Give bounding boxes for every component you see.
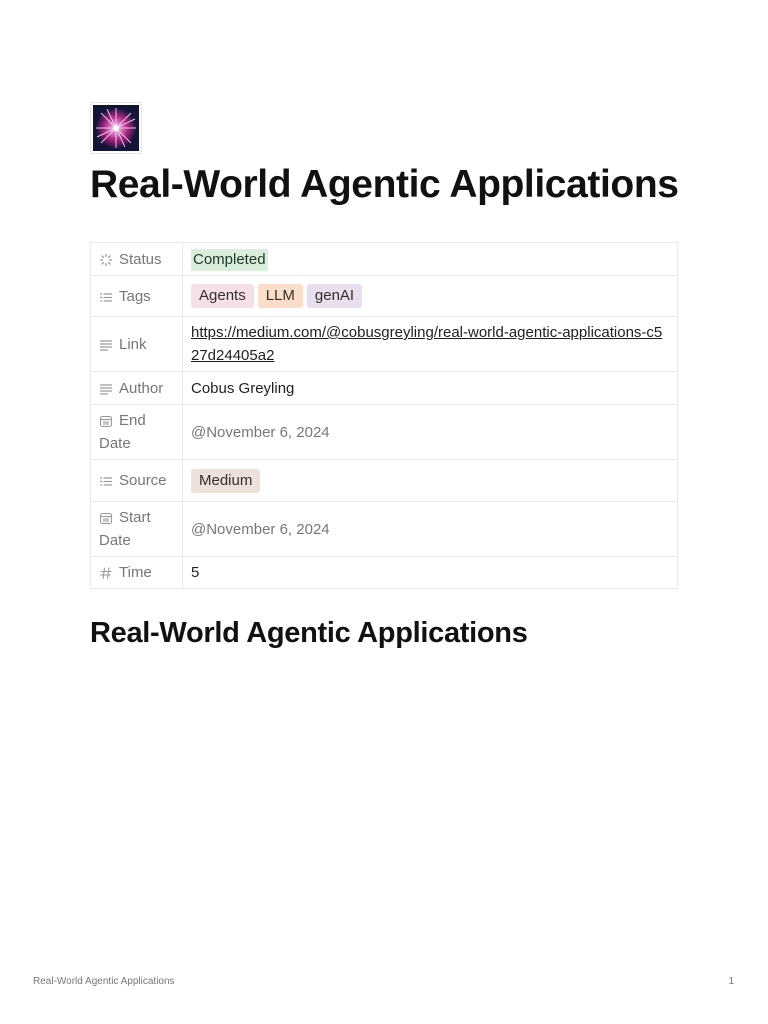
property-label-tags: Tags	[90, 275, 183, 317]
property-row-source: Source Medium	[90, 459, 678, 502]
list-icon	[99, 290, 113, 304]
source-link[interactable]: https://medium.com/@cobusgreyling/real-w…	[191, 324, 662, 364]
page-title: Real-World Agentic Applications	[90, 163, 679, 206]
property-row-link: Link https://medium.com/@cobusgreyling/r…	[90, 316, 678, 372]
page-icon	[90, 102, 142, 154]
footer-page-number: 1	[728, 976, 734, 987]
tag-agents: Agents	[191, 284, 254, 308]
tag-llm: LLM	[257, 284, 303, 308]
property-row-start-date: Start Date @November 6, 2024	[90, 501, 678, 557]
property-value-start-date[interactable]: @November 6, 2024	[182, 501, 678, 557]
list-icon	[99, 474, 113, 488]
status-spinner-icon	[99, 253, 113, 267]
footer-title: Real-World Agentic Applications	[33, 976, 175, 987]
tag-medium: Medium	[191, 468, 261, 493]
end-date-mention: @November 6, 2024	[191, 423, 330, 441]
property-label-source: Source	[90, 459, 183, 502]
property-row-time: Time 5	[90, 556, 678, 589]
property-value-link: https://medium.com/@cobusgreyling/real-w…	[182, 316, 678, 372]
property-value-end-date[interactable]: @November 6, 2024	[182, 404, 678, 460]
property-row-status: Status Completed	[90, 242, 678, 276]
property-label-start-date: Start Date	[90, 501, 183, 557]
property-row-author: Author Cobus Greyling	[90, 371, 678, 405]
text-lines-icon	[99, 382, 113, 396]
property-label-time: Time	[90, 556, 183, 589]
property-value-status[interactable]: Completed	[182, 242, 678, 276]
calendar-icon	[99, 511, 113, 525]
property-value-time[interactable]: 5	[182, 556, 678, 589]
property-value-source[interactable]: Medium	[182, 459, 678, 502]
hash-icon	[99, 566, 113, 580]
property-label-link: Link	[90, 316, 183, 372]
status-badge: Completed	[191, 248, 268, 271]
property-row-tags: Tags Agents LLM genAI	[90, 275, 678, 317]
firework-icon	[93, 105, 139, 151]
calendar-icon	[99, 414, 113, 428]
section-heading: Real-World Agentic Applications	[90, 617, 528, 649]
start-date-mention: @November 6, 2024	[191, 520, 330, 538]
property-label-end-date: End Date	[90, 404, 183, 460]
properties-table: Status Completed Tags Agents LLM genAI L…	[90, 242, 678, 589]
tag-genai: genAI	[306, 284, 363, 308]
property-row-end-date: End Date @November 6, 2024	[90, 404, 678, 460]
property-label-author: Author	[90, 371, 183, 405]
property-value-tags[interactable]: Agents LLM genAI	[182, 275, 678, 317]
property-value-author[interactable]: Cobus Greyling	[182, 371, 678, 405]
property-label-status: Status	[90, 242, 183, 276]
text-lines-icon	[99, 338, 113, 352]
